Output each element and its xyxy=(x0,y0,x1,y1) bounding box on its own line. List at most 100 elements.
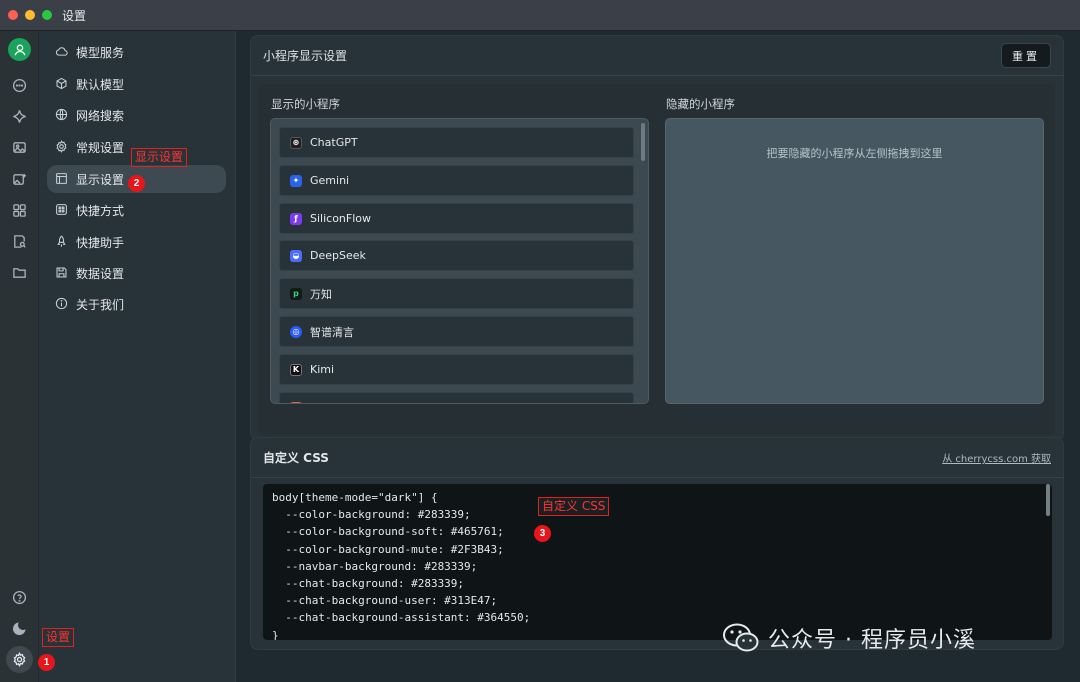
miniapp-settings-card: 小程序显示设置 重置 显示的小程序 隐藏的小程序 ⊛ ChatGPT ✦ Gem… xyxy=(250,35,1064,441)
window-title: 设置 xyxy=(62,8,87,23)
info-icon xyxy=(55,297,69,311)
list-item[interactable]: K Kimi xyxy=(279,354,634,385)
app-name: SiliconFlow xyxy=(310,212,372,225)
rocket-icon xyxy=(55,235,69,249)
chat-icon[interactable] xyxy=(11,77,27,93)
app-name: Kimi xyxy=(310,363,335,376)
siliconflow-logo-icon: ƒ xyxy=(290,212,302,225)
custom-css-title: 自定义 CSS xyxy=(263,451,329,465)
nav-item-web-search[interactable]: 网络搜索 xyxy=(47,101,226,129)
wanzhi-logo-icon: p xyxy=(290,287,302,300)
maximize-window-button[interactable] xyxy=(42,10,52,20)
user-icon xyxy=(14,44,25,55)
annotation-label-display: 显示设置 xyxy=(131,148,188,167)
app-logo-icon xyxy=(290,401,302,403)
list-item[interactable]: ◎ 智谱清言 xyxy=(279,316,634,347)
gear-icon xyxy=(13,652,26,667)
miniapp-drag-area: 显示的小程序 隐藏的小程序 ⊛ ChatGPT ✦ Gemini ƒ Silic… xyxy=(259,84,1055,436)
folder-icon[interactable] xyxy=(11,264,27,280)
nav-item-label: 显示设置 xyxy=(76,172,125,187)
nav-item-label: 模型服务 xyxy=(76,45,125,60)
reset-button[interactable]: 重置 xyxy=(1001,43,1051,68)
settings-nav: 模型服务 默认模型 网络搜索 常规设置 显示设置 快捷方式 快捷助手 数据设置 … xyxy=(39,31,236,682)
globe-icon xyxy=(55,108,69,122)
sparkle-icon[interactable] xyxy=(11,108,27,124)
annotation-label-settings: 设置 xyxy=(42,628,75,647)
app-name: 万知 xyxy=(310,287,332,301)
close-window-button[interactable] xyxy=(8,10,18,20)
list-item[interactable]: ✦ Gemini xyxy=(279,165,634,196)
code-line: body[theme-mode="dark"] { xyxy=(272,491,438,504)
minimize-window-button[interactable] xyxy=(25,10,35,20)
nav-item-about[interactable]: 关于我们 xyxy=(47,290,226,318)
annotation-number-3: 3 xyxy=(534,525,551,542)
nav-item-label: 数据设置 xyxy=(76,266,125,281)
kimi-logo-icon: K xyxy=(290,363,302,376)
css-editor[interactable]: body[theme-mode="dark"] { --color-backgr… xyxy=(263,484,1052,640)
code-line: --navbar-background: #283339; xyxy=(272,559,478,573)
nav-item-data-settings[interactable]: 数据设置 xyxy=(47,259,226,287)
nav-item-default-model[interactable]: 默认模型 xyxy=(47,70,226,98)
app-name: DeepSeek xyxy=(310,249,366,262)
cloud-icon xyxy=(55,45,69,59)
settings-button[interactable] xyxy=(6,646,33,673)
zhipu-logo-icon: ◎ xyxy=(290,325,302,338)
nav-item-label: 快捷助手 xyxy=(76,235,125,250)
list-scrollbar[interactable] xyxy=(641,123,645,161)
watermark: 公众号 · 程序员小溪 xyxy=(722,620,976,656)
editor-scrollbar[interactable] xyxy=(1046,484,1050,516)
cherrycss-link[interactable]: 从 cherrycss.com 获取 xyxy=(942,450,1051,465)
icon-rail xyxy=(0,31,39,682)
nav-item-label: 常规设置 xyxy=(76,140,125,155)
image-plus-icon[interactable] xyxy=(11,171,27,187)
list-item[interactable]: ƒ SiliconFlow xyxy=(279,203,634,234)
nav-item-label: 网络搜索 xyxy=(76,108,125,123)
doc-search-icon[interactable] xyxy=(11,233,27,249)
chatgpt-logo-icon: ⊛ xyxy=(290,136,302,149)
avatar[interactable] xyxy=(8,38,31,61)
watermark-text: 公众号 · 程序员小溪 xyxy=(768,628,976,653)
apps-grid-icon[interactable] xyxy=(11,202,27,218)
deepseek-logo-icon: ◒ xyxy=(290,249,302,262)
moon-icon[interactable] xyxy=(11,620,27,636)
custom-css-card: 自定义 CSS 从 cherrycss.com 获取 body[theme-mo… xyxy=(250,437,1064,650)
code-line: --color-background-mute: #2F3B43; xyxy=(272,542,504,556)
layout-icon xyxy=(55,172,69,186)
list-item[interactable]: p 万知 xyxy=(279,278,634,309)
nav-item-shortcuts[interactable]: 快捷方式 xyxy=(47,196,226,224)
app-name: ChatGPT xyxy=(310,136,358,149)
app-name: Gemini xyxy=(310,174,350,187)
miniapp-settings-title: 小程序显示设置 xyxy=(263,49,348,63)
annotation-number-2: 2 xyxy=(128,175,145,192)
help-icon[interactable] xyxy=(11,589,27,605)
code-line: --color-background-soft: #465761; xyxy=(272,525,504,539)
list-item[interactable] xyxy=(279,392,634,403)
annotation-label-css: 自定义 CSS xyxy=(538,497,610,516)
nav-item-label: 快捷方式 xyxy=(76,203,125,218)
gear-icon xyxy=(55,140,69,154)
settings-content: 小程序显示设置 重置 显示的小程序 隐藏的小程序 ⊛ ChatGPT ✦ Gem… xyxy=(236,31,1080,682)
gemini-logo-icon: ✦ xyxy=(290,174,302,187)
list-item[interactable]: ⊛ ChatGPT xyxy=(279,127,634,158)
save-icon xyxy=(55,266,69,280)
nav-item-quick-assistant[interactable]: 快捷助手 xyxy=(47,228,226,256)
image-icon[interactable] xyxy=(11,139,27,155)
code-line: --color-background: #283339; xyxy=(272,508,471,522)
cube-icon xyxy=(55,77,69,91)
dropzone-placeholder: 把要隐藏的小程序从左侧拖拽到这里 xyxy=(766,147,943,160)
code-line: --chat-background: #283339; xyxy=(272,577,465,591)
hidden-apps-dropzone[interactable]: 把要隐藏的小程序从左侧拖拽到这里 xyxy=(665,118,1044,404)
nav-item-label: 关于我们 xyxy=(76,297,125,312)
nav-item-label: 默认模型 xyxy=(76,77,125,92)
hidden-apps-title: 隐藏的小程序 xyxy=(666,97,735,111)
nav-item-model-service[interactable]: 模型服务 xyxy=(47,38,226,66)
annotation-number-1: 1 xyxy=(38,654,55,671)
list-item[interactable]: ◒ DeepSeek xyxy=(279,240,634,271)
app-name: 智谱清言 xyxy=(310,325,354,339)
visible-apps-list[interactable]: ⊛ ChatGPT ✦ Gemini ƒ SiliconFlow ◒ DeepS… xyxy=(270,118,649,404)
wechat-logo-icon xyxy=(723,623,759,652)
window-controls xyxy=(8,10,52,20)
visible-apps-title: 显示的小程序 xyxy=(271,97,340,111)
command-icon xyxy=(55,203,69,217)
title-bar: 设置 xyxy=(0,0,1080,31)
